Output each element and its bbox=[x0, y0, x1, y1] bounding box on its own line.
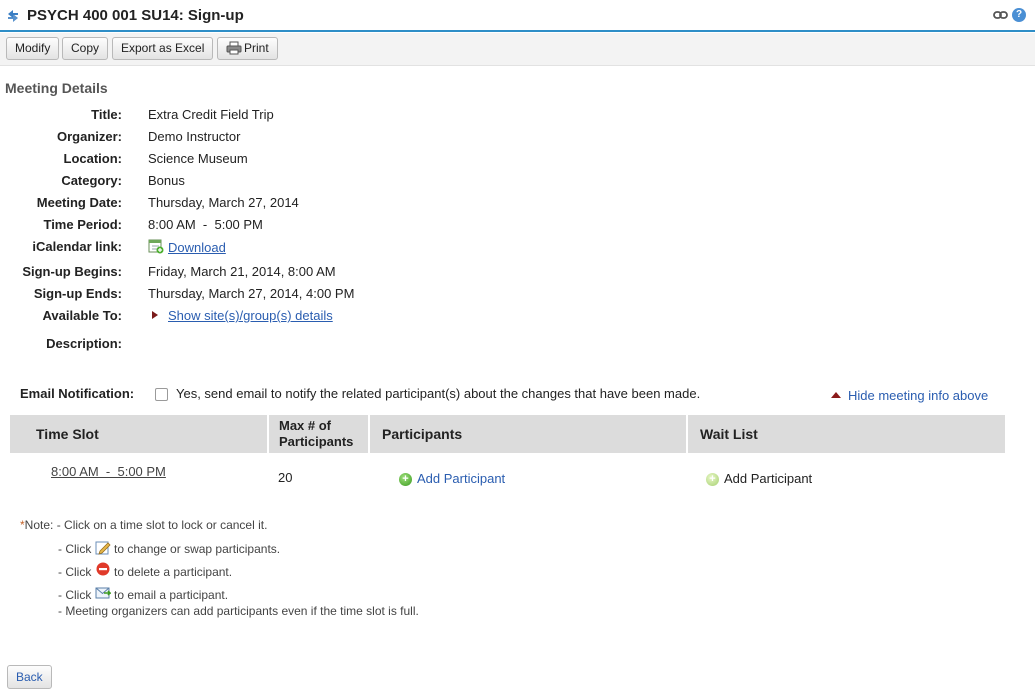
wait-list-cell: + Add Participant bbox=[687, 453, 1005, 499]
expand-triangle-icon[interactable] bbox=[152, 311, 158, 319]
link-icon[interactable] bbox=[993, 10, 1008, 20]
note-text: to email a participant. bbox=[114, 588, 229, 602]
help-icon[interactable]: ? bbox=[1012, 8, 1026, 22]
hide-meeting-info-label: Hide meeting info above bbox=[848, 388, 989, 403]
toolbar: Modify Copy Export as Excel Print bbox=[0, 33, 1035, 66]
detail-row-meeting-date: Meeting Date: Thursday, March 27, 2014 bbox=[0, 195, 700, 213]
detail-label: iCalendar link: bbox=[32, 239, 122, 254]
detail-label: Time Period: bbox=[43, 217, 122, 232]
detail-row-time-period: Time Period: 8:00 AM - 5:00 PM bbox=[0, 217, 700, 235]
detail-label: Sign-up Begins: bbox=[22, 264, 122, 279]
detail-label: Title: bbox=[91, 107, 122, 122]
note-line: - Click to email a participant. bbox=[58, 585, 228, 602]
detail-row-available-to: Available To: Show site(s)/group(s) deta… bbox=[0, 308, 700, 326]
email-notification-row: Email Notification: Yes, send email to n… bbox=[0, 386, 1035, 406]
modify-button[interactable]: Modify bbox=[6, 37, 60, 60]
time-slot-link[interactable]: 8:00 AM - 5:00 PM bbox=[51, 464, 166, 479]
detail-value-available-to: Show site(s)/group(s) details bbox=[152, 308, 333, 323]
copy-button[interactable]: Copy bbox=[62, 37, 109, 60]
add-circle-icon: + bbox=[399, 472, 412, 486]
add-waitlist-label: Add Participant bbox=[724, 470, 813, 486]
detail-row-icalendar: iCalendar link: Download bbox=[0, 239, 700, 257]
detail-value: Demo Instructor bbox=[148, 129, 241, 144]
add-waitlist-participant[interactable]: + Add Participant bbox=[706, 471, 812, 486]
detail-label: Location: bbox=[63, 151, 123, 166]
time-slot-cell: 8:00 AM - 5:00 PM bbox=[10, 453, 268, 499]
detail-value: Bonus bbox=[148, 173, 185, 188]
icalendar-download-link[interactable]: Download bbox=[168, 240, 226, 255]
detail-row-location: Location: Science Museum bbox=[0, 151, 700, 169]
detail-row-signup-ends: Sign-up Ends: Thursday, March 27, 2014, … bbox=[0, 286, 700, 304]
column-header-wait-list: Wait List bbox=[687, 415, 1005, 453]
note-text: - Click bbox=[58, 565, 92, 579]
detail-row-signup-begins: Sign-up Begins: Friday, March 21, 2014, … bbox=[0, 264, 700, 282]
note-line: - Meeting organizers can add participant… bbox=[58, 604, 419, 618]
detail-label: Sign-up Ends: bbox=[33, 286, 122, 301]
note-line: - Click to change or swap participants. bbox=[58, 539, 280, 556]
column-header-time-slot: Time Slot bbox=[10, 415, 269, 453]
detail-value: Friday, March 21, 2014, 8:00 AM bbox=[148, 264, 336, 279]
detail-label: Meeting Date: bbox=[36, 195, 122, 210]
email-notification-label: Email Notification: bbox=[20, 386, 135, 401]
detail-label: Organizer: bbox=[56, 129, 122, 144]
show-groups-link[interactable]: Show site(s)/group(s) details bbox=[168, 308, 333, 323]
delete-icon bbox=[96, 562, 110, 576]
email-notification-checkbox[interactable] bbox=[155, 388, 168, 401]
detail-value: 8:00 AM - 5:00 PM bbox=[148, 217, 263, 232]
hide-meeting-info-link[interactable]: Hide meeting info above bbox=[831, 388, 988, 403]
title-bar: PSYCH 400 001 SU14: Sign-up ? bbox=[0, 0, 1035, 32]
add-circle-icon: + bbox=[706, 472, 719, 486]
detail-row-category: Category: Bonus bbox=[0, 173, 700, 191]
email-notification-text: Yes, send email to notify the related pa… bbox=[176, 386, 701, 401]
max-participants-cell: 20 bbox=[278, 469, 293, 485]
detail-row-organizer: Organizer: Demo Instructor bbox=[0, 129, 700, 147]
detail-row-description: Description: bbox=[0, 336, 700, 354]
printer-icon bbox=[226, 41, 242, 55]
back-button[interactable]: Back bbox=[7, 665, 52, 689]
add-participant-label: Add Participant bbox=[417, 470, 506, 486]
time-slot-table: Time Slot Max # of Participants Particip… bbox=[10, 415, 1005, 499]
export-excel-button[interactable]: Export as Excel bbox=[112, 37, 214, 60]
table-header-row: Time Slot Max # of Participants Particip… bbox=[10, 415, 1005, 453]
collapse-triangle-icon bbox=[831, 392, 841, 398]
note-text: - Click on a time slot to lock or cancel… bbox=[56, 518, 268, 532]
page-title: PSYCH 400 001 SU14: Sign-up bbox=[27, 7, 244, 24]
detail-value-icalendar: Download bbox=[148, 239, 226, 255]
note-prefix: Note: bbox=[24, 518, 54, 532]
edit-icon bbox=[95, 541, 111, 555]
note-text: to delete a participant. bbox=[114, 565, 233, 579]
print-label: Print bbox=[244, 41, 269, 55]
note-text: - Click bbox=[58, 542, 92, 556]
table-row: 8:00 AM - 5:00 PM 20 + Add Participant + A… bbox=[10, 453, 1005, 499]
note-text: - Click bbox=[58, 588, 92, 602]
detail-row-title: Title: Extra Credit Field Trip bbox=[0, 107, 700, 125]
detail-value: Science Museum bbox=[148, 151, 248, 166]
participants-cell: + Add Participant bbox=[369, 453, 687, 499]
detail-value: Thursday, March 27, 2014, 4:00 PM bbox=[148, 286, 355, 301]
note-text: to change or swap participants. bbox=[114, 542, 281, 556]
detail-label: Available To: bbox=[42, 308, 122, 323]
print-button[interactable]: Print bbox=[217, 37, 278, 60]
detail-label: Description: bbox=[46, 336, 122, 351]
column-header-max-participants: Max # of Participants bbox=[268, 415, 370, 453]
detail-value: Extra Credit Field Trip bbox=[148, 107, 274, 122]
section-title: Meeting Details bbox=[5, 80, 108, 96]
add-participant-link[interactable]: + Add Participant bbox=[399, 471, 505, 486]
note-line: *Note: - Click on a time slot to lock or… bbox=[20, 518, 267, 532]
detail-label: Category: bbox=[61, 173, 122, 188]
note-line: - Click to delete a participant. bbox=[58, 562, 232, 579]
detail-value: Thursday, March 27, 2014 bbox=[148, 195, 299, 210]
email-icon bbox=[95, 587, 111, 599]
note-text: - Meeting organizers can add participant… bbox=[58, 604, 419, 618]
calendar-icon bbox=[148, 239, 164, 254]
column-header-participants: Participants bbox=[369, 415, 688, 453]
reset-icon[interactable] bbox=[6, 9, 20, 23]
